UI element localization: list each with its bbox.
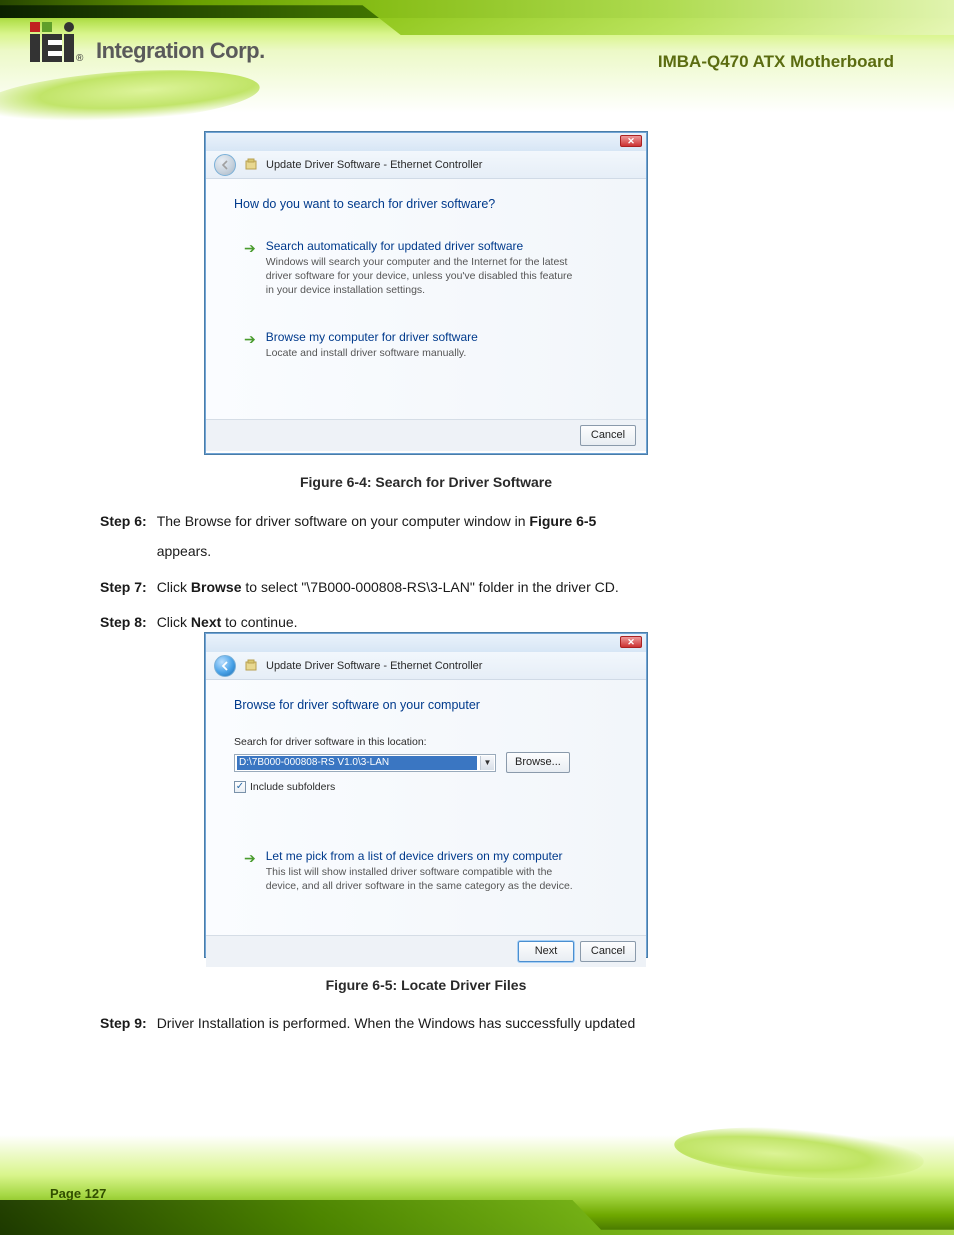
- banner-swoosh: [673, 1120, 926, 1185]
- include-subfolders-checkbox[interactable]: ✓: [234, 781, 246, 793]
- option-search-auto[interactable]: ➔ Search automatically for updated drive…: [240, 235, 612, 302]
- arrow-right-icon: ➔: [244, 240, 256, 298]
- option-title: Browse my computer for driver software: [266, 330, 478, 344]
- titlebar: ✕: [206, 133, 646, 151]
- dialog-title: Update Driver Software - Ethernet Contro…: [266, 660, 482, 672]
- arrow-left-icon: [219, 159, 231, 171]
- dialog-header: Update Driver Software - Ethernet Contro…: [206, 151, 646, 179]
- option-title: Search automatically for updated driver …: [266, 239, 576, 253]
- device-icon: [244, 158, 258, 172]
- close-button[interactable]: ✕: [620, 636, 642, 648]
- dialog-body: How do you want to search for driver sof…: [206, 179, 646, 419]
- option-description: Windows will search your computer and th…: [266, 255, 576, 298]
- figure-label: Figure 6-5: Locate Driver Files: [205, 974, 647, 998]
- step-7: Step 7: Click Browse to select "\7B000-0…: [100, 576, 860, 600]
- include-subfolders-row: ✓ Include subfolders: [234, 781, 618, 793]
- step-8: Step 8: Click Next to continue.: [100, 611, 860, 635]
- arrow-left-icon: [219, 660, 231, 672]
- page-footer-banner: Page 127: [0, 1135, 954, 1235]
- document-title: IMBA-Q470 ATX Motherboard: [658, 52, 894, 72]
- back-button[interactable]: [214, 154, 236, 176]
- option-title: Let me pick from a list of device driver…: [266, 849, 576, 863]
- dialog-footer: Next Cancel: [206, 935, 646, 967]
- banner-stripe: [0, 1200, 954, 1235]
- driver-path-combobox[interactable]: D:\7B000-000808-RS V1.0\3-LAN ▼: [234, 754, 496, 772]
- instruction-steps: Step 6: The Browse for driver software o…: [100, 510, 860, 635]
- step-number: Step 9:: [100, 1012, 147, 1036]
- option-description: This list will show installed driver sof…: [266, 865, 576, 893]
- checkbox-label: Include subfolders: [250, 781, 335, 793]
- option-pick-from-list[interactable]: ➔ Let me pick from a list of device driv…: [240, 845, 612, 897]
- device-icon: [244, 659, 258, 673]
- option-browse-computer[interactable]: ➔ Browse my computer for driver software…: [240, 326, 612, 364]
- step-text: The Browse for driver software on your c…: [157, 510, 597, 534]
- close-button[interactable]: ✕: [620, 135, 642, 147]
- logo-mark: ®: [30, 22, 90, 64]
- step-text: Click Next to continue.: [157, 611, 298, 635]
- instruction-steps: Step 9: Driver Installation is performed…: [100, 1012, 860, 1036]
- dialog-footer: Cancel: [206, 419, 646, 451]
- cancel-button[interactable]: Cancel: [580, 941, 636, 962]
- step-6-cont: Step 6: appears.: [100, 540, 860, 564]
- path-value: D:\7B000-000808-RS V1.0\3-LAN: [237, 756, 477, 770]
- step-number: Step 6:: [100, 510, 147, 534]
- step-9: Step 9: Driver Installation is performed…: [100, 1012, 860, 1036]
- page-number: Page 127: [50, 1186, 106, 1201]
- step-6: Step 6: The Browse for driver software o…: [100, 510, 860, 534]
- dialog-prompt: Browse for driver software on your compu…: [234, 698, 618, 712]
- banner-swoosh: [0, 62, 261, 131]
- dialog-prompt: How do you want to search for driver sof…: [234, 197, 618, 211]
- brand-logo: ® Integration Corp.: [30, 22, 265, 64]
- figure-label: Figure 6-4: Search for Driver Software: [205, 471, 647, 495]
- browse-button[interactable]: Browse...: [506, 752, 570, 773]
- brand-name: Integration Corp.: [96, 38, 265, 64]
- next-button[interactable]: Next: [518, 941, 574, 962]
- dialog-header: Update Driver Software - Ethernet Contro…: [206, 652, 646, 680]
- back-button[interactable]: [214, 655, 236, 677]
- step-number: Step 8:: [100, 611, 147, 635]
- path-row: D:\7B000-000808-RS V1.0\3-LAN ▼ Browse..…: [234, 752, 618, 773]
- step-number: Step 7:: [100, 576, 147, 600]
- titlebar: ✕: [206, 634, 646, 652]
- step-text: appears.: [157, 540, 211, 564]
- dialog-title: Update Driver Software - Ethernet Contro…: [266, 159, 482, 171]
- arrow-right-icon: ➔: [244, 331, 256, 360]
- field-label: Search for driver software in this locat…: [234, 736, 618, 748]
- dialog-search-driver: ✕ Update Driver Software - Ethernet Cont…: [205, 132, 647, 454]
- cancel-button[interactable]: Cancel: [580, 425, 636, 446]
- dialog-browse-driver: ✕ Update Driver Software - Ethernet Cont…: [205, 633, 647, 957]
- registered-symbol: ®: [76, 53, 83, 64]
- dialog-body: Browse for driver software on your compu…: [206, 680, 646, 935]
- arrow-right-icon: ➔: [244, 850, 256, 893]
- step-text: Driver Installation is performed. When t…: [157, 1012, 636, 1036]
- chevron-down-icon[interactable]: ▼: [480, 756, 494, 770]
- step-text: Click Browse to select "\7B000-000808-RS…: [157, 576, 619, 600]
- option-description: Locate and install driver software manua…: [266, 346, 478, 360]
